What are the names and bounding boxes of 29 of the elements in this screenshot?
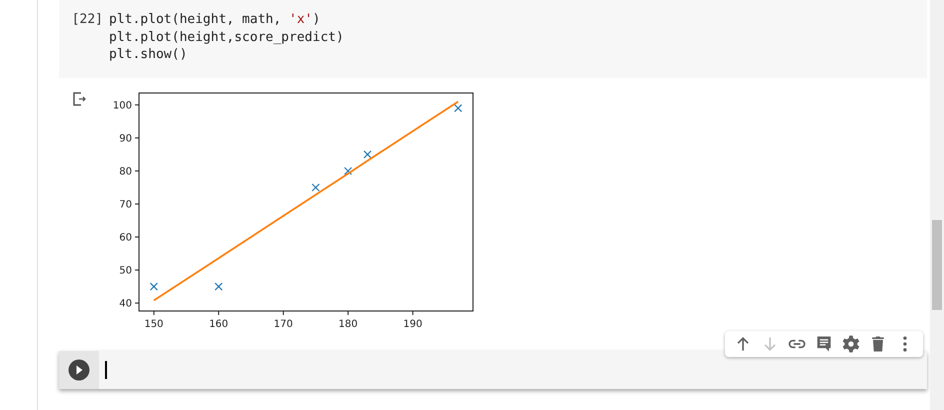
code-line: plt.show()	[109, 46, 188, 64]
scrollbar[interactable]	[930, 0, 944, 410]
x-tick-label: 170	[274, 319, 293, 328]
code-line: plt.plot(height,score_predict)	[109, 28, 344, 46]
run-button[interactable]	[68, 359, 90, 381]
point	[312, 183, 320, 192]
x-tick-label: 150	[144, 319, 164, 328]
point	[363, 150, 372, 158]
text-cursor	[105, 361, 107, 379]
y-tick-label: 70	[119, 199, 132, 210]
x-tick-label: 160	[209, 319, 228, 328]
point	[214, 282, 223, 291]
y-tick-label: 40	[119, 298, 132, 310]
point	[454, 104, 462, 112]
x-tick-label: 180	[338, 319, 358, 328]
point	[344, 166, 352, 175]
point	[150, 282, 158, 291]
y-tick-label: 80	[119, 166, 132, 178]
y-tick-label: 90	[119, 133, 132, 144]
y-tick-label: 50	[119, 266, 132, 277]
output-icon[interactable]	[72, 91, 88, 107]
empty-code-cell[interactable]	[59, 351, 927, 389]
execution-count: [22]	[70, 11, 104, 29]
code-cell[interactable]: [22] plt.plot(height, math, 'x') plt.plot(height,score_predict) plt.show()	[59, 0, 927, 78]
code-line: plt.plot(height, math, 'x')	[109, 11, 322, 28]
y-tick-label: 100	[112, 100, 132, 112]
settings-icon[interactable]	[841, 334, 861, 354]
x-tick-label: 190	[403, 319, 422, 328]
y-tick-label: 60	[119, 232, 132, 244]
